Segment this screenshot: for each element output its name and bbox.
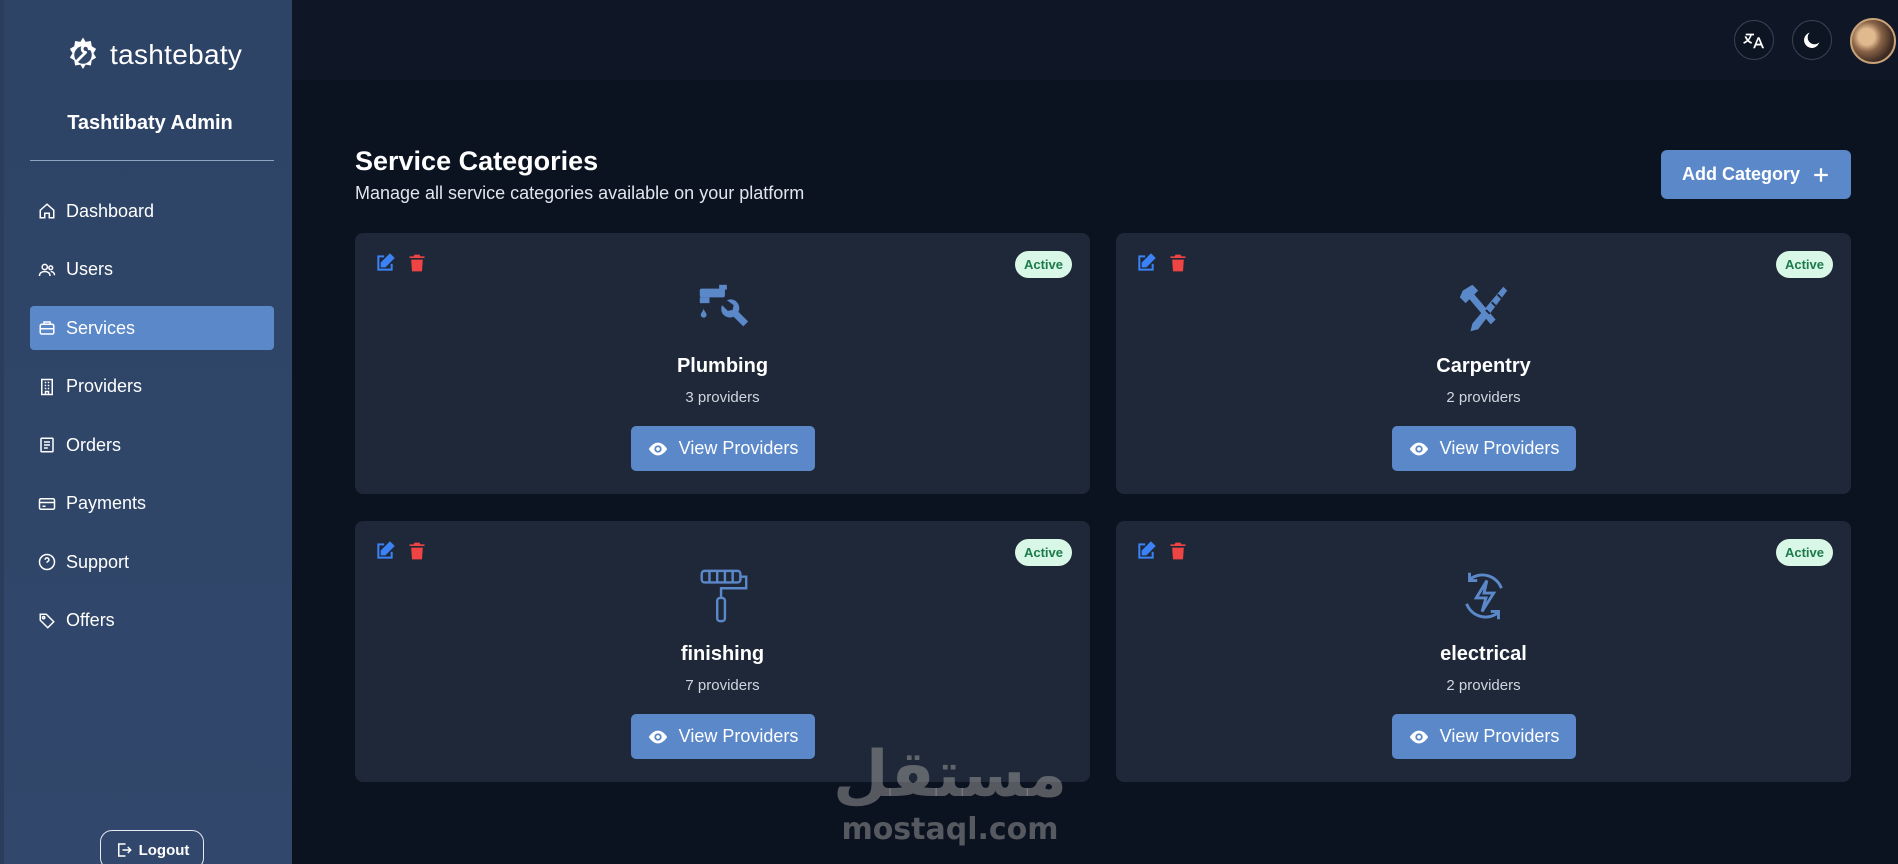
edit-button[interactable] xyxy=(1136,541,1156,561)
users-icon xyxy=(38,263,56,276)
brand-name: tashtebaty xyxy=(110,39,243,70)
status-badge: Active xyxy=(1775,539,1833,566)
sidebar-item-label: Users xyxy=(66,259,114,279)
trash-icon xyxy=(1170,542,1186,560)
view-providers-button[interactable]: View Providers xyxy=(630,714,815,759)
avatar[interactable] xyxy=(1850,18,1896,64)
sidebar-item-services[interactable]: Services xyxy=(30,306,274,350)
delete-button[interactable] xyxy=(407,541,427,561)
edit-button[interactable] xyxy=(375,253,395,273)
eye-icon xyxy=(1409,730,1428,743)
credit-card-icon xyxy=(38,497,56,510)
theme-toggle-button[interactable] xyxy=(1792,20,1832,60)
watermark-arabic: مستقل xyxy=(832,738,1068,812)
status-badge: Active xyxy=(1014,539,1072,566)
top-bar xyxy=(292,0,1898,80)
sidebar-item-label: Orders xyxy=(66,434,122,455)
provider-count: 7 providers xyxy=(685,677,760,694)
edit-icon xyxy=(1138,253,1156,271)
sidebar-nav: Dashboard Users Services Providers Order… xyxy=(30,189,274,657)
status-badge: Active xyxy=(1014,251,1072,278)
logout-button[interactable]: Logout xyxy=(100,830,204,864)
provider-count: 2 providers xyxy=(1446,677,1521,694)
edit-icon xyxy=(377,541,395,559)
view-providers-label: View Providers xyxy=(678,726,799,746)
provider-count: 3 providers xyxy=(685,389,760,406)
category-card-plumbing: Active Plumbing 3 providers View Provide… xyxy=(355,233,1090,494)
translate-icon xyxy=(1743,33,1765,49)
provider-count: 2 providers xyxy=(1446,389,1521,406)
sidebar-item-label: Payments xyxy=(66,493,147,513)
status-badge: Active xyxy=(1775,251,1833,278)
sidebar-item-offers[interactable]: Offers xyxy=(30,599,274,643)
paint-roller-icon xyxy=(700,569,747,623)
add-category-button[interactable]: Add Category xyxy=(1661,150,1851,199)
category-name: Carpentry xyxy=(1436,355,1531,377)
sidebar-item-label: Dashboard xyxy=(66,200,155,221)
edit-button[interactable] xyxy=(1136,253,1156,273)
sidebar-item-support[interactable]: Support xyxy=(30,540,274,584)
watermark: مستقل mostaql.com xyxy=(830,740,1070,850)
logout-label: Logout xyxy=(138,841,190,859)
sidebar-item-label: Offers xyxy=(66,610,115,630)
gear-wrench-icon xyxy=(69,37,97,69)
trash-icon xyxy=(409,254,425,272)
page-subtitle: Manage all service categories available … xyxy=(355,183,805,203)
trash-icon xyxy=(409,542,425,560)
sidebar-item-users[interactable]: Users xyxy=(30,248,274,292)
view-providers-label: View Providers xyxy=(678,438,799,458)
edit-icon xyxy=(377,253,395,271)
edit-icon xyxy=(1138,541,1156,559)
briefcase-icon xyxy=(39,321,55,335)
category-card-electrical: Active electrical 2 providers View Provi… xyxy=(1116,521,1851,782)
category-card-carpentry: Active Carpentry 2 providers View Provid… xyxy=(1116,233,1851,494)
building-icon xyxy=(41,378,53,395)
question-circle-icon xyxy=(38,553,56,571)
moon-icon xyxy=(1804,32,1820,48)
view-providers-button[interactable]: View Providers xyxy=(1391,426,1576,471)
sidebar: tashtebaty Tashtibaty Admin Dashboard Us… xyxy=(0,0,292,864)
home-icon xyxy=(39,203,55,219)
delete-button[interactable] xyxy=(1168,253,1188,273)
sidebar-item-orders[interactable]: Orders xyxy=(30,423,274,467)
delete-button[interactable] xyxy=(407,253,427,273)
category-name: Plumbing xyxy=(676,355,769,377)
plus-icon xyxy=(1814,167,1828,182)
sidebar-item-label: Support xyxy=(66,551,130,572)
sidebar-item-dashboard[interactable]: Dashboard xyxy=(30,189,274,233)
tags-icon xyxy=(39,613,55,629)
eye-icon xyxy=(648,442,667,455)
eye-icon xyxy=(648,730,667,743)
sidebar-divider xyxy=(30,160,274,161)
lightning-cycle-icon xyxy=(1464,572,1503,620)
sidebar-item-payments[interactable]: Payments xyxy=(30,482,274,526)
category-name: finishing xyxy=(680,643,765,665)
trash-icon xyxy=(1170,254,1186,272)
brand[interactable]: tashtebaty xyxy=(62,34,242,76)
sidebar-item-providers[interactable]: Providers xyxy=(30,365,274,409)
watermark-latin: mostaql.com xyxy=(841,812,1059,847)
admin-title: Tashtibaty Admin xyxy=(67,112,233,134)
edit-button[interactable] xyxy=(375,541,395,561)
view-providers-label: View Providers xyxy=(1439,726,1560,746)
receipt-icon xyxy=(40,437,54,453)
page-title: Service Categories xyxy=(355,146,599,176)
add-category-label: Add Category xyxy=(1681,164,1800,184)
faucet-wrench-icon xyxy=(699,284,748,327)
eye-icon xyxy=(1409,442,1428,455)
logout-icon xyxy=(117,843,132,857)
hammer-saw-icon xyxy=(1459,284,1507,332)
language-toggle-button[interactable] xyxy=(1734,20,1774,60)
delete-button[interactable] xyxy=(1168,541,1188,561)
sidebar-item-label: Services xyxy=(66,317,136,338)
view-providers-button[interactable]: View Providers xyxy=(1391,714,1576,759)
view-providers-label: View Providers xyxy=(1439,438,1560,458)
sidebar-item-label: Providers xyxy=(66,376,143,396)
view-providers-button[interactable]: View Providers xyxy=(630,426,815,471)
category-name: electrical xyxy=(1440,643,1527,665)
